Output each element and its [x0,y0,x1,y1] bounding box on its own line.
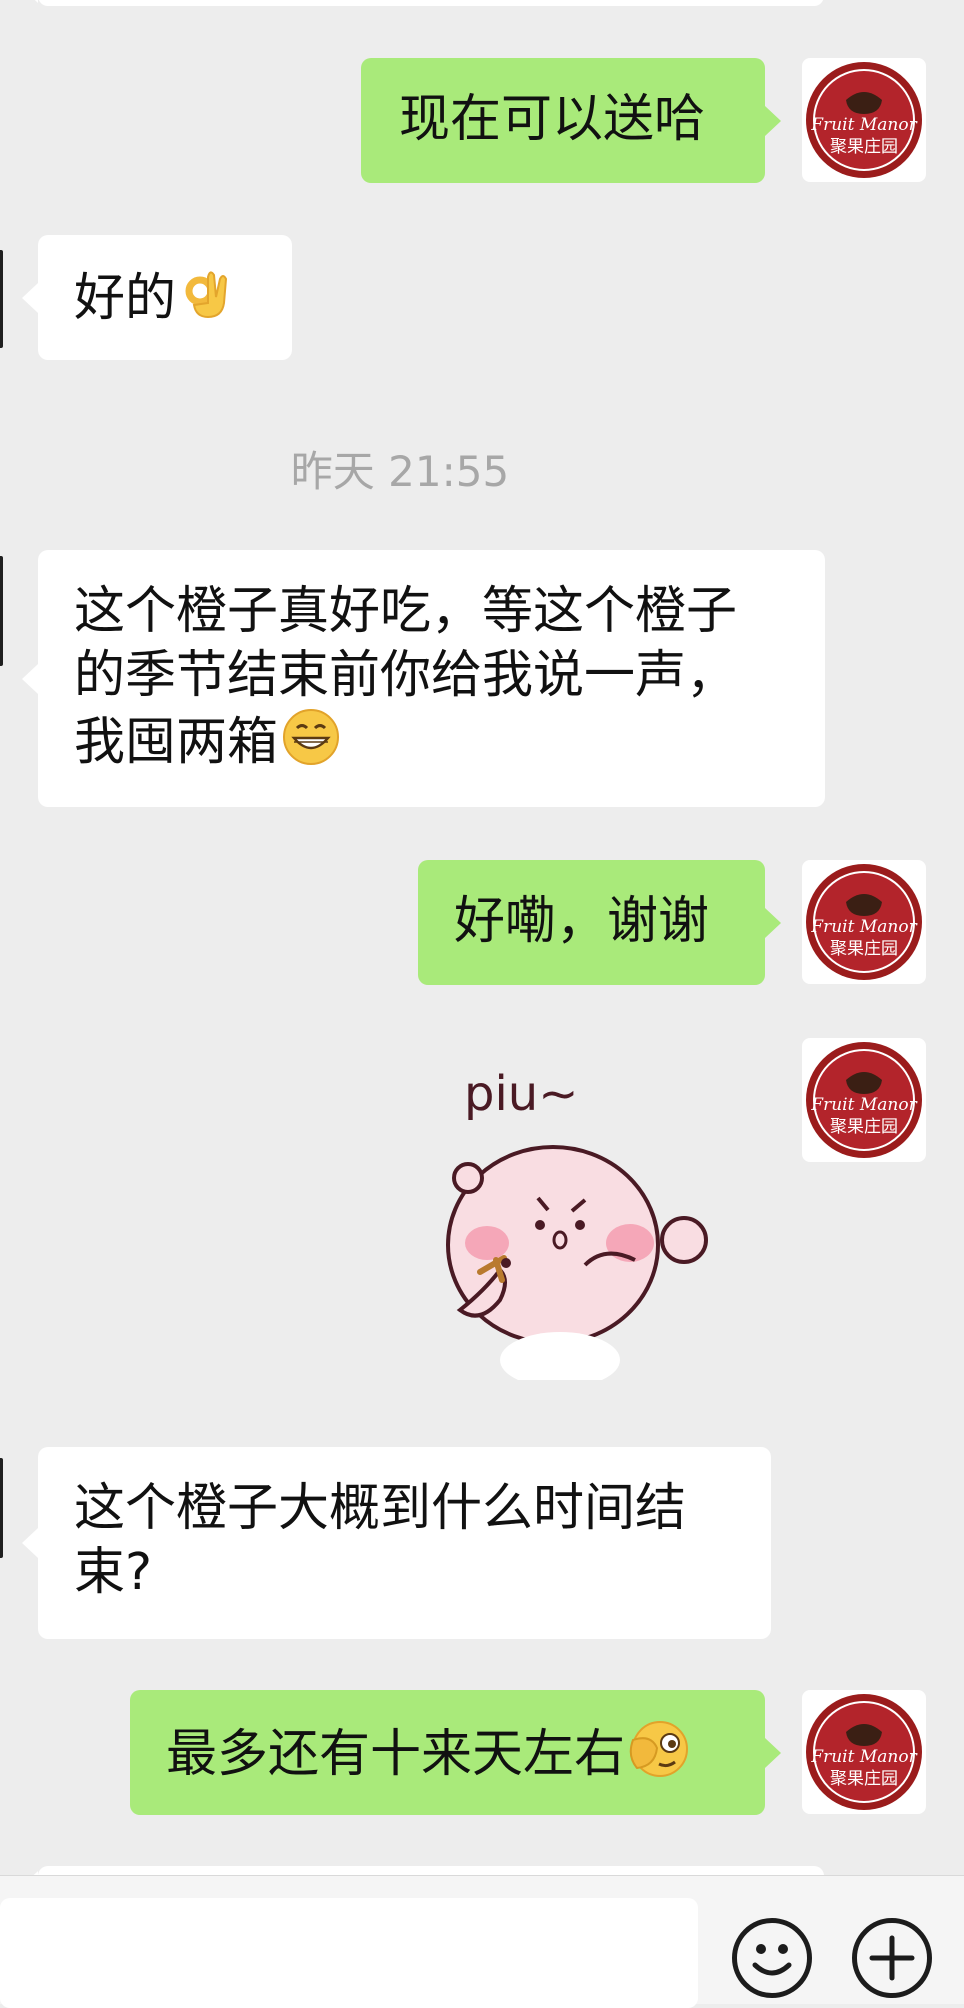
grin-emoji-icon [282,708,340,782]
sticker-message[interactable]: piu~ [440,1060,760,1388]
previous-message-bubble[interactable] [22,0,824,6]
message-bubble-outgoing[interactable]: 现在可以送哈 [361,58,781,183]
message-text: 好的 [74,269,177,328]
message-text: 现在可以送哈 [399,90,706,149]
edge-tab [0,556,3,666]
svg-text:Fruit Manor: Fruit Manor [810,1747,917,1767]
svg-text:聚果庄园: 聚果庄园 [830,939,898,959]
avatar[interactable]: Fruit Manor 聚果庄园 [802,1038,926,1162]
svg-text:piu~: piu~ [464,1066,578,1122]
edge-tab [0,250,3,348]
hamster-sticker-icon: piu~ [446,1066,708,1388]
message-timestamp: 昨天 21:55 [290,447,510,496]
emoji-button[interactable] [732,1918,812,1998]
svg-text:Fruit Manor: Fruit Manor [810,1095,917,1115]
avatar[interactable]: Fruit Manor 聚果庄园 [802,860,926,984]
message-text: 好嘞，谢谢 [454,892,710,951]
message-text-line: 我囤两箱 [74,713,279,772]
fruit-manor-logo-icon: Fruit Manor 聚果庄园 [806,1694,922,1810]
message-bubble-incoming[interactable]: 这个橙子大概到什么时间结 束? [22,1447,771,1639]
avatar[interactable]: Fruit Manor 聚果庄园 [802,1690,926,1814]
message-text-line: 的季节结束前你给我说一声， [74,646,738,705]
more-button[interactable] [852,1918,932,1998]
svg-text:聚果庄园: 聚果庄园 [830,137,898,157]
message-input[interactable] [0,1898,698,2008]
plus-icon [869,1935,915,1981]
message-bubble-incoming[interactable]: 这个橙子真好吃，等这个橙子 的季节结束前你给我说一声， 我囤两箱 [22,550,825,807]
message-text: 最多还有十来天左右 [166,1725,626,1784]
ok-hand-emoji-icon [180,265,232,337]
smiley-icon [752,1944,792,1976]
message-bubble-outgoing[interactable]: 最多还有十来天左右 [130,1690,781,1815]
fruit-manor-logo-icon: Fruit Manor 聚果庄园 [806,1042,922,1158]
svg-text:Fruit Manor: Fruit Manor [810,115,917,135]
message-text-line: 束? [74,1543,153,1602]
avatar[interactable]: Fruit Manor 聚果庄园 [802,58,926,182]
chat-input-bar [0,1875,964,2008]
peeking-face-emoji-icon [629,1720,691,1794]
message-text-line: 这个橙子大概到什么时间结 [74,1479,687,1538]
fruit-manor-logo-icon: Fruit Manor 聚果庄园 [806,864,922,980]
message-bubble-incoming[interactable]: 好的 [22,235,292,360]
edge-tab [0,1458,3,1558]
chat-area[interactable]: 现在可以送哈 Fruit Manor 聚果庄园 好的 昨天 21:55 这个橙子… [0,0,964,1875]
svg-text:Fruit Manor: Fruit Manor [810,917,917,937]
message-bubble-outgoing[interactable]: 好嘞，谢谢 [418,860,781,985]
fruit-manor-logo-icon: Fruit Manor 聚果庄园 [806,62,922,178]
message-text-line: 这个橙子真好吃，等这个橙子 [74,582,738,641]
next-message-bubble[interactable] [22,1866,824,1875]
svg-text:聚果庄园: 聚果庄园 [830,1117,898,1137]
svg-text:聚果庄园: 聚果庄园 [830,1769,898,1789]
